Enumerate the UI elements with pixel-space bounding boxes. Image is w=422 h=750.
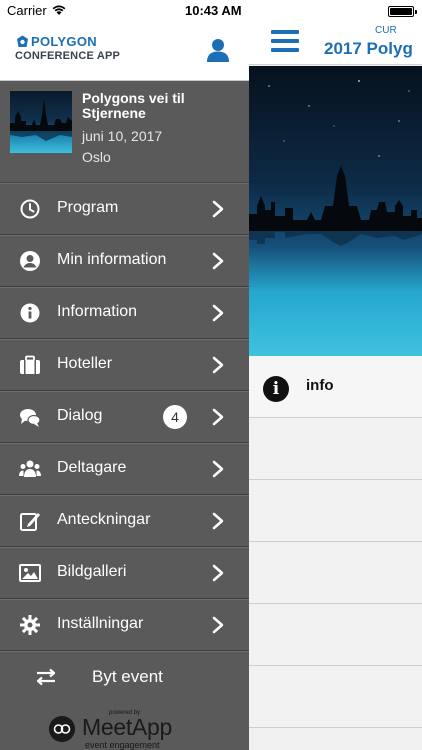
menu-item-label: Information <box>57 303 138 320</box>
info-row[interactable]: i info <box>249 356 422 418</box>
main-header-title: 2017 Polyg <box>324 39 413 58</box>
menu-item-anteckningar[interactable]: Anteckningar <box>0 495 249 547</box>
user-profile-icon[interactable] <box>205 37 231 63</box>
menu-item-label: Bildgalleri <box>57 563 127 580</box>
menu-item-min-information[interactable]: Min information <box>0 235 249 287</box>
menu-item-dialog[interactable]: Dialog 4 <box>0 391 249 443</box>
chevron-right-icon <box>212 252 224 270</box>
chevron-right-icon <box>212 356 224 374</box>
list-row <box>249 480 422 542</box>
menu-item-label: Anteckningar <box>57 511 151 528</box>
navigation-drawer: Carrier 10:43 AM POLYGON CONFERENCE APP … <box>0 0 249 750</box>
chat-bubbles-icon <box>20 409 41 427</box>
switch-event-label: Byt event <box>92 667 163 686</box>
hamburger-menu-icon[interactable] <box>271 30 299 54</box>
menu-item-label: Program <box>57 199 119 216</box>
chevron-right-icon <box>212 564 224 582</box>
menu-item-hoteller[interactable]: Hoteller <box>0 339 249 391</box>
carrier-label: Carrier <box>7 3 47 18</box>
edit-note-icon <box>20 513 40 531</box>
gear-icon <box>20 615 40 635</box>
menu-item-label: Dialog <box>57 407 103 424</box>
menu-item-label: Hoteller <box>57 355 113 372</box>
app-brand-name: POLYGON <box>31 34 97 49</box>
status-time: 10:43 AM <box>185 3 242 18</box>
status-bar: Carrier 10:43 AM <box>0 0 249 20</box>
chevron-right-icon <box>212 616 224 634</box>
clock-icon <box>20 199 40 219</box>
app-brand-subtitle: CONFERENCE APP <box>15 50 121 62</box>
user-circle-icon <box>20 251 40 271</box>
event-title: Polygons vei til Stjernene <box>82 90 185 121</box>
current-event-card[interactable]: Polygons vei til Stjernene juni 10, 2017… <box>0 81 249 183</box>
info-icon: i <box>263 376 289 402</box>
menu-item-program[interactable]: Program <box>0 183 249 235</box>
polygon-logo-icon <box>17 35 28 47</box>
list-row <box>249 604 422 666</box>
list-row <box>249 418 422 480</box>
powered-by-footer: powered by MeetApp event engagement <box>0 701 249 750</box>
menu-item-deltagare[interactable]: Deltagare <box>0 443 249 495</box>
status-bar-right <box>249 0 422 20</box>
chevron-right-icon <box>212 304 224 322</box>
event-date: juni 10, 2017 <box>82 128 163 144</box>
wifi-icon <box>52 5 66 15</box>
chevron-right-icon <box>212 408 224 426</box>
chevron-right-icon <box>212 200 224 218</box>
event-thumbnail-skyline <box>10 99 72 141</box>
drawer-menu: Program Min information Information Hote… <box>0 183 249 651</box>
menu-item-label: Inställningar <box>57 615 144 632</box>
list-row <box>249 666 422 728</box>
city-skyline-silhouette <box>249 166 422 246</box>
main-panel: CUR 2017 Polyg i info <box>249 0 422 750</box>
info-icon <box>20 303 40 323</box>
chevron-right-icon <box>212 512 224 530</box>
menu-item-information[interactable]: Information <box>0 287 249 339</box>
info-row-label: info <box>306 377 334 394</box>
image-icon <box>19 564 41 582</box>
meetapp-logo-icon <box>49 716 75 742</box>
meetapp-name: MeetApp <box>82 714 172 740</box>
list-row <box>249 542 422 604</box>
event-thumbnail <box>10 91 72 153</box>
menu-item-installningar[interactable]: Inställningar <box>0 599 249 651</box>
meetapp-tagline: event engagement <box>85 740 160 750</box>
main-header-subtitle: CUR <box>375 25 397 36</box>
switch-event-button[interactable]: Byt event <box>0 651 249 701</box>
people-icon <box>19 460 41 477</box>
event-hero-image <box>249 66 422 356</box>
main-header: CUR 2017 Polyg <box>249 20 422 65</box>
menu-item-label: Min information <box>57 251 167 268</box>
dialog-unread-badge: 4 <box>163 405 187 429</box>
battery-icon <box>388 6 417 17</box>
menu-item-bildgalleri[interactable]: Bildgalleri <box>0 547 249 599</box>
swap-arrows-icon <box>36 668 56 686</box>
menu-item-label: Deltagare <box>57 459 127 476</box>
chevron-right-icon <box>212 460 224 478</box>
suitcase-icon <box>20 355 40 374</box>
app-header: POLYGON CONFERENCE APP <box>0 20 249 81</box>
event-city: Oslo <box>82 149 111 165</box>
